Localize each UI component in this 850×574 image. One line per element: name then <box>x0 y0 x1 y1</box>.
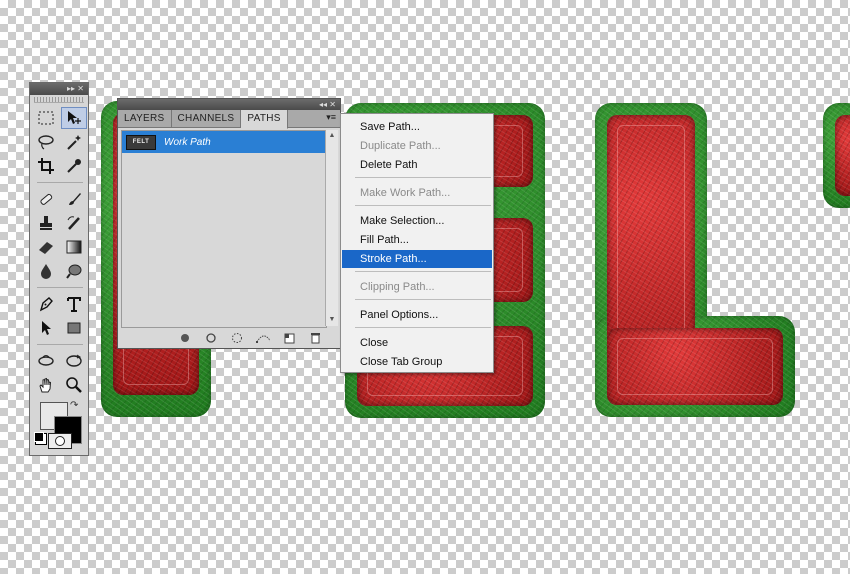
make-work-path-icon <box>256 335 270 343</box>
menu-item-make-work-path: Make Work Path... <box>360 187 451 199</box>
type-tool[interactable] <box>61 293 87 315</box>
history-brush-tool[interactable] <box>61 212 87 234</box>
path-name: Work Path <box>164 136 211 148</box>
menu-separator <box>355 177 491 178</box>
magic-wand-icon <box>67 135 81 150</box>
letter-next-fill <box>835 115 850 196</box>
pen-icon <box>39 297 53 312</box>
new-path-button[interactable] <box>282 331 296 345</box>
tab-layers[interactable]: LAYERS <box>118 110 172 127</box>
path-thumbnail: FELT <box>126 134 156 150</box>
dodge-tool[interactable] <box>61 260 87 282</box>
stroke-path-button[interactable] <box>204 331 218 345</box>
lasso-tool[interactable] <box>33 131 59 153</box>
menu-separator <box>355 271 491 272</box>
eyedropper-tool[interactable] <box>61 155 87 177</box>
trash-icon <box>310 333 320 344</box>
gradient-tool[interactable] <box>61 236 87 258</box>
eraser-tool[interactable] <box>33 236 59 258</box>
scroll-down-icon[interactable]: ▼ <box>326 314 338 326</box>
move-icon <box>68 111 81 124</box>
menu-separator <box>355 299 491 300</box>
menu-item-save-path[interactable]: Save Path... <box>342 118 492 136</box>
path-selection-tool[interactable] <box>33 317 59 339</box>
lasso-icon <box>38 135 54 150</box>
menu-item-stroke-path[interactable]: Stroke Path... <box>342 250 492 268</box>
zoom-tool[interactable] <box>61 374 87 396</box>
scroll-up-icon[interactable]: ▲ <box>326 130 338 142</box>
gradient-icon <box>66 240 82 254</box>
stroke-path-icon <box>206 333 216 343</box>
menu-item-delete-path[interactable]: Delete Path <box>342 156 492 174</box>
zoom-icon <box>66 377 82 393</box>
3d-orbit-icon <box>66 354 82 367</box>
menu-separator <box>355 327 491 328</box>
rectangle-icon <box>67 322 81 334</box>
blur-tool[interactable] <box>33 260 59 282</box>
quick-mask-button[interactable] <box>48 433 72 449</box>
swap-colors-icon[interactable]: ↷ <box>70 400 78 411</box>
type-icon <box>67 297 81 312</box>
brush-icon <box>69 193 81 205</box>
paths-panel: ◂◂ ✕ LAYERS CHANNELS PATHS ▾≡ FELT Work … <box>117 98 341 349</box>
path-selection-icon <box>42 321 51 335</box>
load-selection-button[interactable] <box>230 331 244 345</box>
tools-panel-header[interactable]: ▸▸ ✕ <box>30 83 88 95</box>
make-work-path-button[interactable] <box>256 331 270 345</box>
fill-path-button[interactable] <box>178 331 192 345</box>
paths-panel-header[interactable]: ◂◂ ✕ <box>118 99 340 110</box>
history-brush-icon <box>67 216 80 230</box>
tools-panel: ▸▸ ✕ ↷ <box>29 82 89 456</box>
dodge-icon <box>66 264 82 279</box>
load-selection-icon <box>232 333 242 343</box>
tools-panel-grip[interactable] <box>34 97 84 103</box>
letter-l-fill-foot <box>607 328 783 405</box>
menu-item-close-tab-group[interactable]: Close Tab Group <box>342 353 492 371</box>
marquee-tool[interactable] <box>33 107 59 129</box>
move-tool[interactable] <box>61 107 87 129</box>
menu-item-close[interactable]: Close <box>342 334 492 352</box>
tab-paths[interactable]: PATHS <box>241 110 288 129</box>
blur-icon <box>41 264 51 279</box>
tab-channels[interactable]: CHANNELS <box>172 110 242 127</box>
clone-stamp-icon <box>40 216 52 230</box>
eraser-icon <box>39 242 53 254</box>
menu-item-duplicate-path: Duplicate Path... <box>360 140 441 152</box>
rectangle-tool[interactable] <box>61 317 87 339</box>
3d-orbit-tool[interactable] <box>61 350 87 372</box>
delete-path-button[interactable] <box>308 331 322 345</box>
path-row-work-path[interactable]: FELT Work Path <box>122 131 326 153</box>
magic-wand-tool[interactable] <box>61 131 87 153</box>
panel-tabs: LAYERS CHANNELS PATHS ▾≡ <box>118 110 340 129</box>
pen-tool[interactable] <box>33 293 59 315</box>
menu-item-fill-path[interactable]: Fill Path... <box>342 231 492 249</box>
paths-scrollbar[interactable]: ▲ ▼ <box>325 130 338 326</box>
default-colors-icon[interactable] <box>34 432 44 442</box>
hand-icon <box>39 377 52 393</box>
menu-item-clipping-path: Clipping Path... <box>360 281 435 293</box>
3d-rotate-tool[interactable] <box>33 350 59 372</box>
eyedropper-icon <box>67 159 81 173</box>
brush-tool[interactable] <box>61 188 87 210</box>
crop-tool[interactable] <box>33 155 59 177</box>
menu-separator <box>355 205 491 206</box>
hand-tool[interactable] <box>33 374 59 396</box>
healing-brush-icon <box>40 193 53 205</box>
clone-stamp-tool[interactable] <box>33 212 59 234</box>
paths-panel-footer <box>118 328 340 348</box>
3d-rotate-icon <box>38 355 54 366</box>
new-path-icon <box>284 333 294 343</box>
paths-panel-menu: Save Path... Duplicate Path... Delete Path… <box>340 113 494 373</box>
menu-item-make-selection[interactable]: Make Selection... <box>342 212 492 230</box>
panel-menu-button[interactable]: ▾≡ <box>326 112 336 123</box>
quick-mask-icon <box>55 436 65 446</box>
healing-brush-tool[interactable] <box>33 188 59 210</box>
crop-icon <box>38 158 54 174</box>
fill-path-icon <box>181 334 189 342</box>
menu-item-panel-options[interactable]: Panel Options... <box>342 306 492 324</box>
paths-list: FELT Work Path <box>121 130 327 328</box>
marquee-icon <box>38 111 54 125</box>
